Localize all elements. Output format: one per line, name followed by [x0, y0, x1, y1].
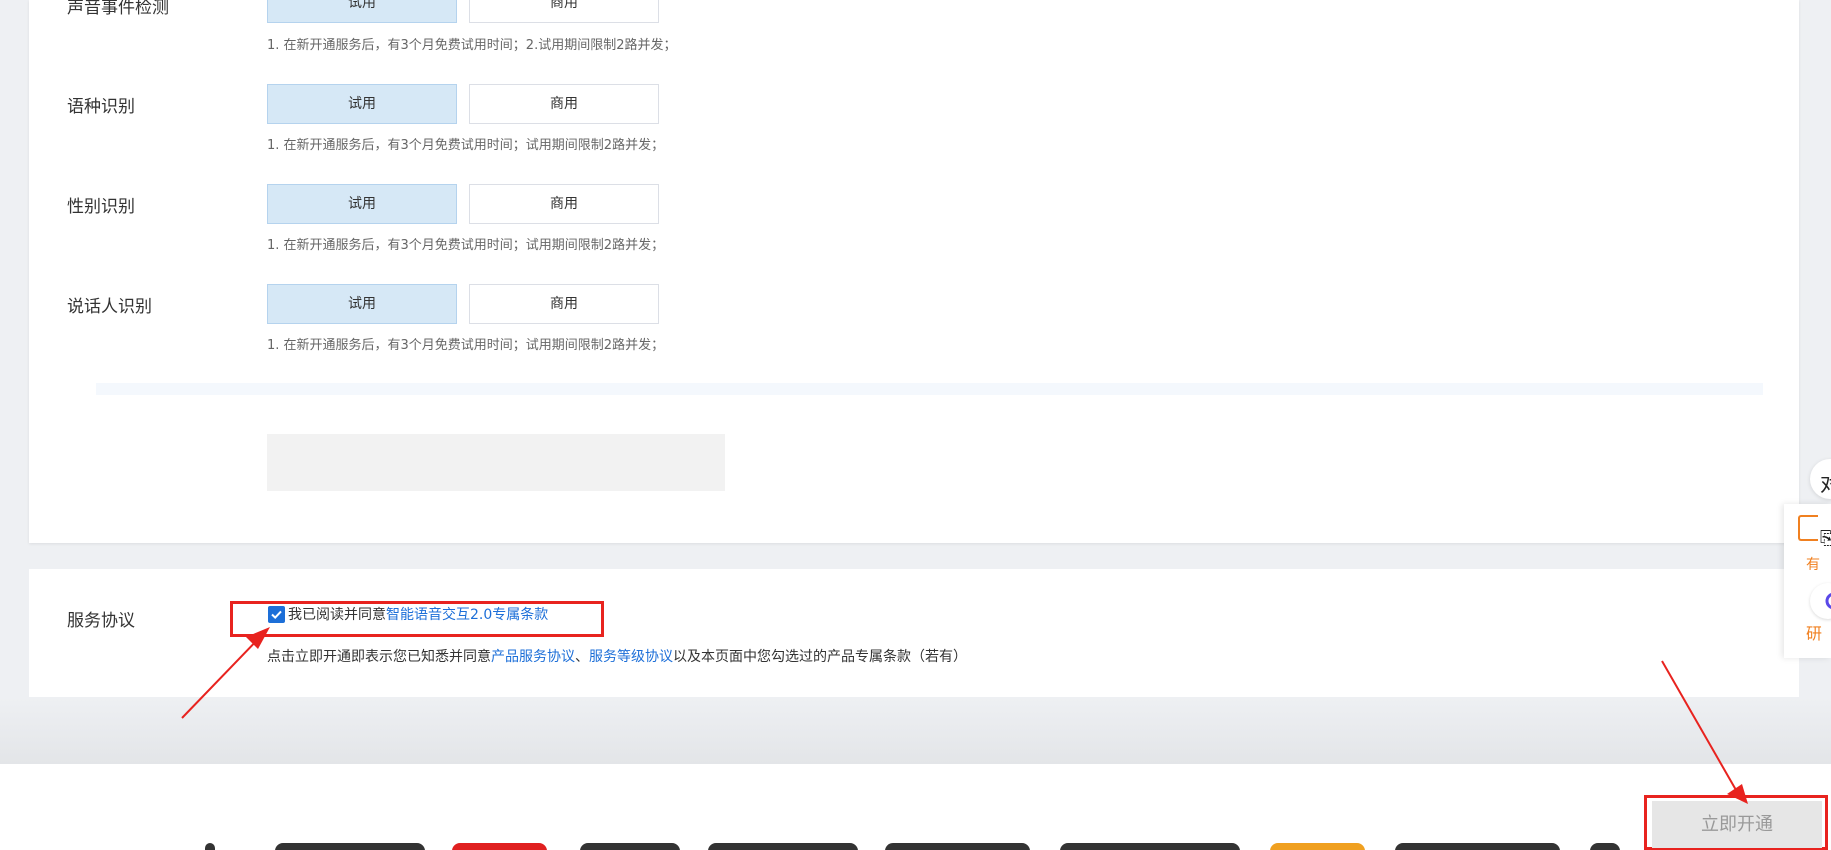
bot-icon — [1825, 593, 1831, 609]
floating-bot-button[interactable] — [1810, 583, 1831, 619]
chat-glyph: 对 — [1820, 472, 1831, 496]
floating-label-2: 研 — [1806, 624, 1823, 643]
annotation-arrows — [181, 627, 1748, 804]
document-icon[interactable]: ⎘ — [1820, 528, 1831, 549]
floating-label-1: 有 — [1806, 557, 1820, 573]
orange-badge-icon — [1798, 515, 1818, 541]
